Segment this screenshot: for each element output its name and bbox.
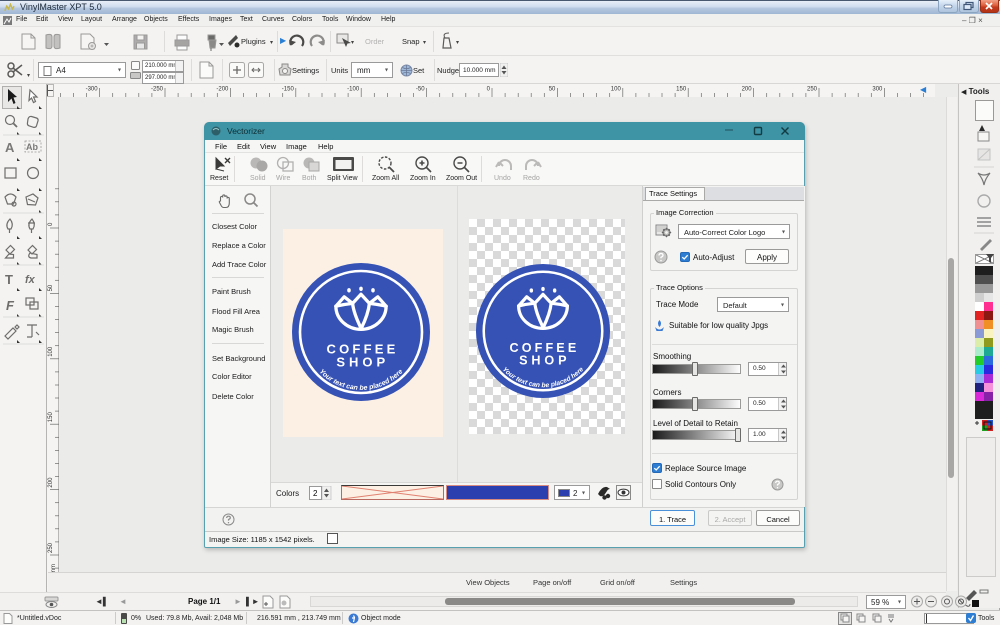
svg-text:-100: -100 <box>347 87 360 93</box>
svg-text:150: 150 <box>676 87 687 93</box>
svg-text:T: T <box>5 272 13 287</box>
svg-text:-50: -50 <box>416 87 425 93</box>
svg-text:50: 50 <box>549 87 556 93</box>
svg-text:-200: -200 <box>216 87 229 93</box>
svg-text:A: A <box>5 140 15 155</box>
svg-text:-250: -250 <box>151 87 164 93</box>
svg-text:-300: -300 <box>86 87 99 93</box>
svg-text:200: 200 <box>742 87 753 93</box>
svg-text:250: 250 <box>48 542 54 553</box>
svg-text:F: F <box>6 298 15 313</box>
svg-text:fx: fx <box>25 274 36 286</box>
svg-text:200: 200 <box>48 477 54 488</box>
svg-text:300: 300 <box>872 87 883 93</box>
svg-text:-150: -150 <box>282 87 295 93</box>
svg-text:0: 0 <box>487 87 491 93</box>
svg-text:100: 100 <box>611 87 622 93</box>
svg-text:0: 0 <box>48 222 54 226</box>
svg-text:250: 250 <box>807 87 818 93</box>
svg-text:Ab: Ab <box>26 142 38 152</box>
svg-text:100: 100 <box>48 346 54 357</box>
svg-text:150: 150 <box>48 412 54 423</box>
svg-text:50: 50 <box>48 284 54 291</box>
